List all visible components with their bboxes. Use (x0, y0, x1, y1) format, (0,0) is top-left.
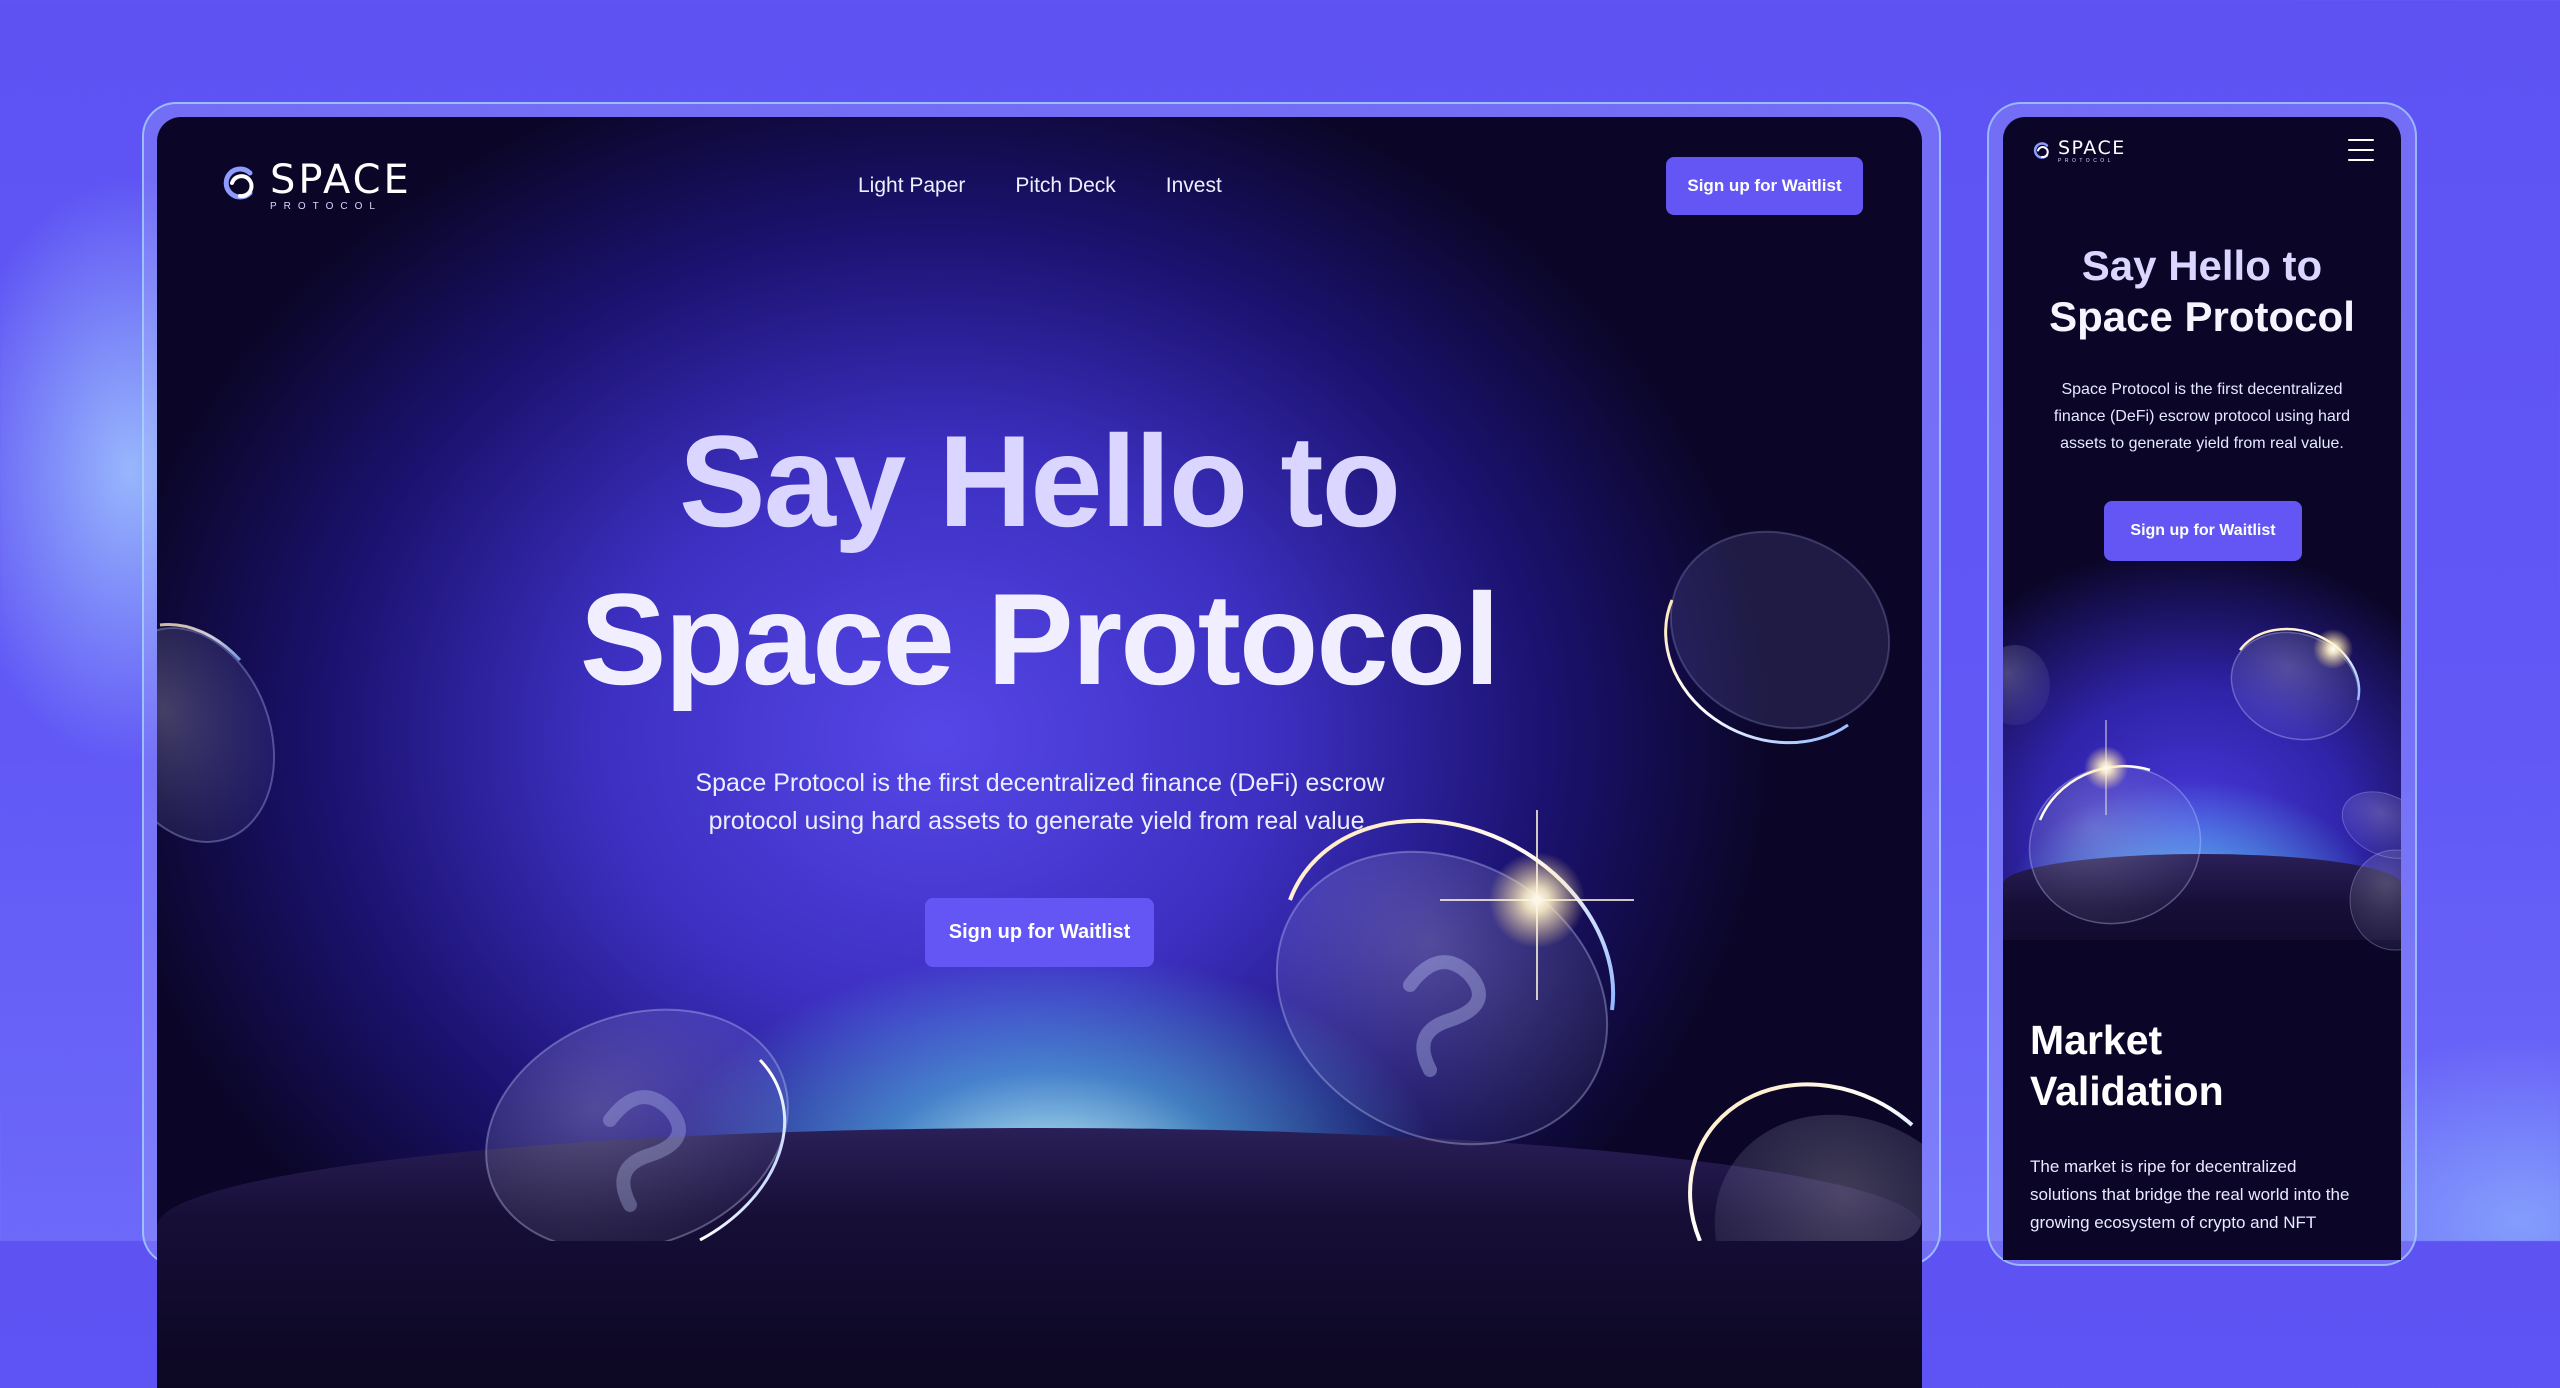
desktop-logo[interactable]: SPACE PROTOCOL (220, 160, 412, 212)
market-validation-heading-line1: Market (2030, 1017, 2163, 1063)
hamburger-menu-icon[interactable] (2348, 139, 2374, 161)
logo-tagline: PROTOCOL (270, 201, 382, 212)
mobile-waitlist-button[interactable]: Sign up for Waitlist (2104, 501, 2302, 561)
nav-link-invest[interactable]: Invest (1166, 174, 1222, 198)
market-validation-heading-line2: Validation (2030, 1068, 2224, 1114)
hero-waitlist-button[interactable]: Sign up for Waitlist (925, 898, 1154, 967)
mobile-logo[interactable]: SPACE PROTOCOL (2032, 139, 2126, 164)
nav-link-pitch-deck[interactable]: Pitch Deck (1015, 174, 1115, 198)
hero-subtitle-line2: protocol using hard assets to generate y… (708, 807, 1372, 835)
hero-title-line2: Space Protocol (579, 566, 1500, 712)
hero-title-line1: Say Hello to (678, 408, 1401, 554)
market-validation-text-line2: solutions that bridge the real world int… (2030, 1185, 2350, 1204)
logo-wordmark: SPACE (270, 157, 412, 203)
market-validation-heading: Market Validation (2030, 1015, 2370, 1117)
nav-link-light-paper[interactable]: Light Paper (858, 174, 965, 198)
logo-tagline: PROTOCOL (2058, 158, 2114, 164)
market-validation-text-line1: The market is ripe for decentralized (2030, 1157, 2297, 1176)
mobile-hero-subtitle-line3: assets to generate yield from real value… (2060, 435, 2344, 452)
space-protocol-logo-icon (223, 166, 254, 200)
mobile-hero-subtitle-line2: finance (DeFi) escrow protocol using har… (2053, 408, 2351, 425)
mobile-hero-title: Say Hello to Space Protocol (2003, 240, 2401, 342)
market-validation-text: The market is ripe for decentralized sol… (2030, 1153, 2380, 1237)
market-validation-text-line3: growing ecosystem of crypto and NFT (2030, 1213, 2317, 1232)
space-protocol-logo-icon (2033, 141, 2049, 159)
mobile-hero-subtitle: Space Protocol is the first decentralize… (2030, 376, 2374, 457)
hero-subtitle: Space Protocol is the first decentralize… (640, 764, 1440, 840)
hero-title: Say Hello to Space Protocol (457, 402, 1621, 718)
desktop-planet-horizon (157, 1128, 1922, 1388)
nav-waitlist-button[interactable]: Sign up for Waitlist (1666, 157, 1863, 215)
desktop-nav: Light Paper Pitch Deck Invest (858, 174, 1222, 198)
mobile-hero-subtitle-line1: Space Protocol is the first decentralize… (2061, 381, 2343, 398)
hero-subtitle-line1: Space Protocol is the first decentralize… (695, 769, 1385, 797)
mobile-hero-title-line2: Space Protocol (2049, 293, 2355, 340)
mobile-hero-title-line1: Say Hello to (2081, 242, 2323, 289)
logo-wordmark: SPACE (2058, 137, 2126, 159)
